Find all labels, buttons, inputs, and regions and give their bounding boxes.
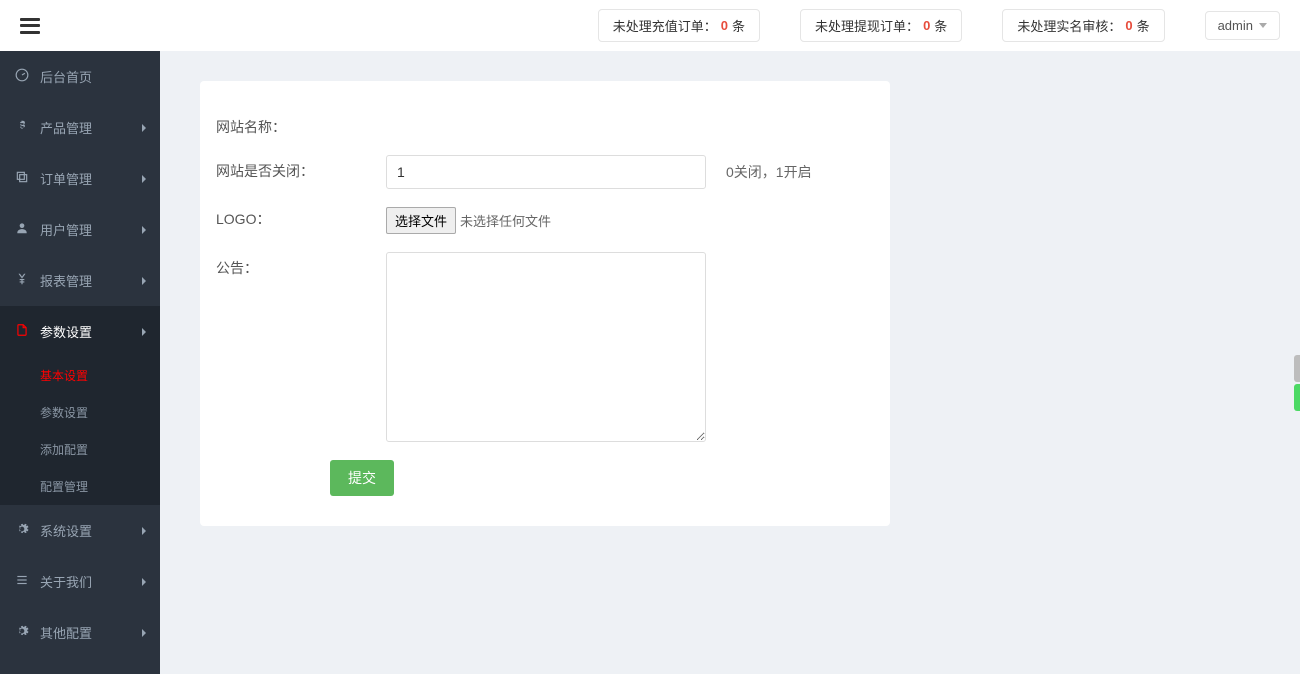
- status-suffix: 条: [934, 16, 947, 35]
- notice-label: 公告：: [216, 252, 386, 278]
- site-name-label: 网站名称：: [216, 111, 386, 137]
- sidebar-item-label: 参数设置: [40, 322, 92, 341]
- caret-right-icon: [142, 175, 146, 183]
- hamburger-menu-icon[interactable]: [20, 18, 40, 34]
- sidebar-item-label: 其他配置: [40, 623, 92, 642]
- sidebar-sub-basic[interactable]: 基本设置: [0, 357, 160, 394]
- sidebar-item-label: 报表管理: [40, 271, 92, 290]
- dashboard-icon: [14, 68, 30, 85]
- sidebar-item-label: 系统设置: [40, 521, 92, 540]
- notice-textarea[interactable]: [386, 252, 706, 442]
- settings-panel: 网站名称： 网站是否关闭： 0关闭，1开启 LOGO： 选择文件 未选择任何文件…: [200, 81, 890, 526]
- copy-icon: [14, 170, 30, 187]
- status-label: 未处理实名审核：: [1017, 16, 1121, 35]
- yen-icon: [14, 272, 30, 289]
- sidebar-item-system[interactable]: 系统设置: [0, 505, 160, 556]
- status-suffix: 条: [1137, 16, 1150, 35]
- caret-right-icon: [142, 527, 146, 535]
- caret-right-icon: [142, 629, 146, 637]
- sidebar-sub-param[interactable]: 参数设置: [0, 394, 160, 431]
- sidebar-item-about[interactable]: 关于我们: [0, 556, 160, 607]
- edge-segment-green: [1294, 384, 1300, 411]
- sidebar-item-other[interactable]: 其他配置: [0, 607, 160, 658]
- edge-indicator: [1294, 355, 1300, 411]
- sidebar-item-label: 关于我们: [40, 572, 92, 591]
- list-icon: [14, 573, 30, 590]
- file-status-text: 未选择任何文件: [460, 211, 551, 230]
- user-dropdown[interactable]: admin: [1205, 11, 1280, 40]
- sidebar-item-logout[interactable]: 退出: [0, 658, 160, 674]
- sidebar-item-product[interactable]: 产品管理: [0, 102, 160, 153]
- topbar: 未处理充值订单： 0 条 未处理提现订单： 0 条 未处理实名审核： 0 条 a…: [0, 0, 1300, 51]
- caret-right-icon: [142, 328, 146, 336]
- form-row-notice: 公告：: [216, 252, 874, 442]
- bitcoin-icon: [14, 119, 30, 136]
- submit-row: 提交: [216, 460, 874, 496]
- sidebar-item-label: 后台首页: [40, 67, 92, 86]
- chevron-down-icon: [1259, 23, 1267, 28]
- topbar-right: 未处理充值订单： 0 条 未处理提现订单： 0 条 未处理实名审核： 0 条 a…: [598, 9, 1280, 42]
- status-count: 0: [1125, 18, 1132, 33]
- form-row-site-name: 网站名称：: [216, 111, 874, 137]
- user-icon: [14, 221, 30, 238]
- status-realname-audits[interactable]: 未处理实名审核： 0 条: [1002, 9, 1164, 42]
- edge-segment-gray: [1294, 355, 1300, 382]
- sidebar-item-user[interactable]: 用户管理: [0, 204, 160, 255]
- caret-right-icon: [142, 578, 146, 586]
- sidebar-item-order[interactable]: 订单管理: [0, 153, 160, 204]
- site-closed-label: 网站是否关闭：: [216, 155, 386, 181]
- main-content: 网站名称： 网站是否关闭： 0关闭，1开启 LOGO： 选择文件 未选择任何文件…: [160, 51, 1300, 674]
- site-closed-input[interactable]: [386, 155, 706, 189]
- caret-right-icon: [142, 124, 146, 132]
- status-label: 未处理提现订单：: [815, 16, 919, 35]
- sidebar-submenu-params: 基本设置 参数设置 添加配置 配置管理: [0, 357, 160, 505]
- sidebar-sub-manage[interactable]: 配置管理: [0, 468, 160, 505]
- form-row-site-closed: 网站是否关闭： 0关闭，1开启: [216, 155, 874, 189]
- status-suffix: 条: [732, 16, 745, 35]
- sidebar-item-label: 产品管理: [40, 118, 92, 137]
- form-row-logo: LOGO： 选择文件 未选择任何文件: [216, 207, 874, 234]
- sidebar-item-home[interactable]: 后台首页: [0, 51, 160, 102]
- status-count: 0: [923, 18, 930, 33]
- file-icon: [14, 323, 30, 340]
- sidebar-item-label: 用户管理: [40, 220, 92, 239]
- submit-button[interactable]: 提交: [330, 460, 394, 496]
- status-withdraw-orders[interactable]: 未处理提现订单： 0 条: [800, 9, 962, 42]
- gears-icon: [14, 522, 30, 539]
- sidebar-item-params[interactable]: 参数设置: [0, 306, 160, 357]
- sidebar-item-label: 订单管理: [40, 169, 92, 188]
- site-closed-hint: 0关闭，1开启: [726, 162, 812, 182]
- caret-right-icon: [142, 277, 146, 285]
- choose-file-button[interactable]: 选择文件: [386, 207, 456, 234]
- gear-icon: [14, 624, 30, 641]
- sidebar-item-report[interactable]: 报表管理: [0, 255, 160, 306]
- sidebar-sub-add[interactable]: 添加配置: [0, 431, 160, 468]
- status-label: 未处理充值订单：: [613, 16, 717, 35]
- sidebar: 后台首页 产品管理 订单管理 用户管理: [0, 51, 160, 674]
- user-name: admin: [1218, 18, 1253, 33]
- status-recharge-orders[interactable]: 未处理充值订单： 0 条: [598, 9, 760, 42]
- status-count: 0: [721, 18, 728, 33]
- logo-label: LOGO：: [216, 207, 386, 229]
- caret-right-icon: [142, 226, 146, 234]
